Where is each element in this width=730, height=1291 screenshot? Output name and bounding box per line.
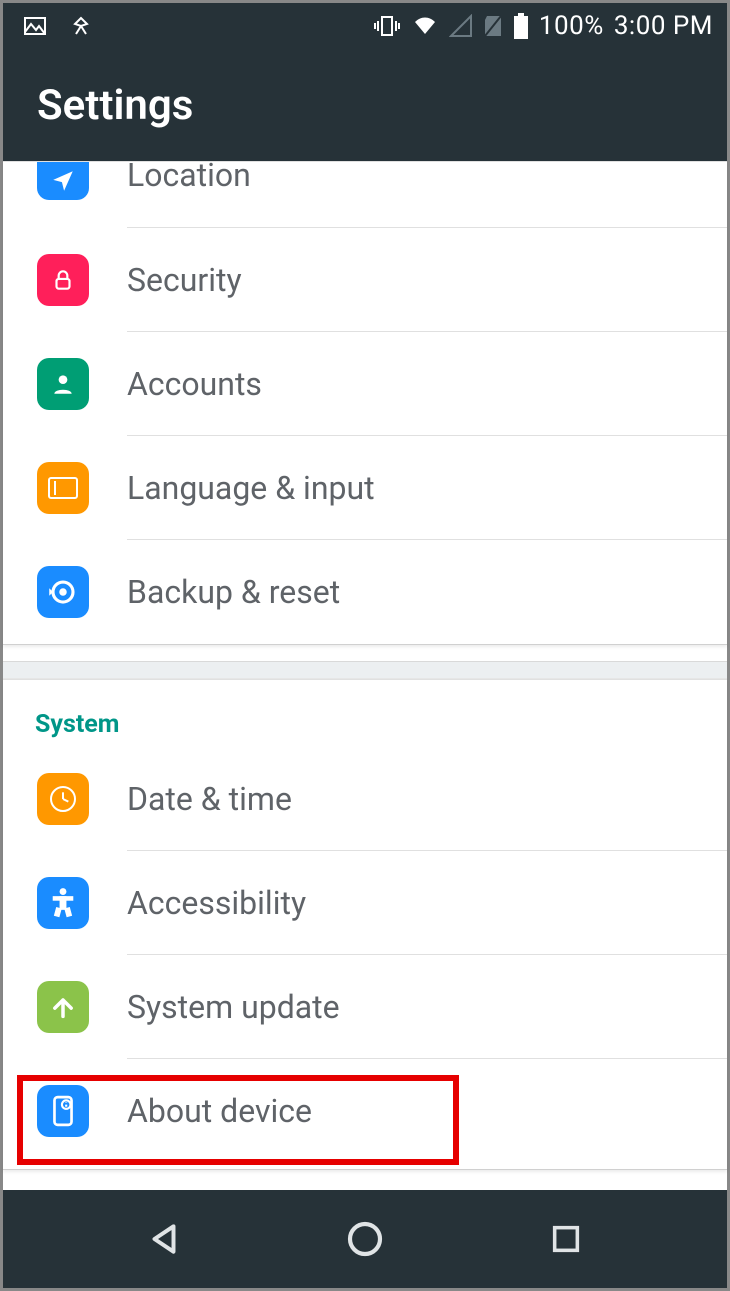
restore-icon [37, 566, 89, 618]
keyboard-icon [37, 462, 89, 514]
settings-item-system-update[interactable]: System update [3, 955, 727, 1059]
person-icon [37, 358, 89, 410]
settings-item-accessibility[interactable]: Accessibility [3, 851, 727, 955]
settings-group-system: System Date & time Accessibility System … [3, 679, 727, 1170]
back-button[interactable] [134, 1209, 194, 1269]
battery-percent: 100% [539, 11, 604, 41]
wifi-icon [411, 14, 439, 38]
butterfly-icon [69, 14, 93, 38]
settings-item-label: Location [127, 156, 727, 194]
settings-item-label: Accounts [127, 365, 727, 403]
settings-item-label: Language & input [127, 469, 727, 507]
settings-item-location[interactable]: Location [3, 162, 727, 228]
settings-item-label: Accessibility [127, 884, 727, 922]
clock-icon [37, 773, 89, 825]
section-divider [3, 661, 727, 679]
settings-item-about-device[interactable]: About device [3, 1059, 727, 1163]
accessibility-icon [37, 877, 89, 929]
settings-item-backup-reset[interactable]: Backup & reset [3, 540, 727, 644]
page-title: Settings [37, 81, 193, 130]
settings-group-personal: Location Security Accounts Language & in… [3, 161, 727, 645]
location-icon [37, 162, 89, 200]
status-bar: 100% 3:00 PM [3, 3, 727, 49]
vibrate-icon [373, 14, 401, 38]
device-info-icon [37, 1085, 89, 1137]
settings-item-label: Date & time [127, 780, 727, 818]
settings-item-date-time[interactable]: Date & time [3, 747, 727, 851]
settings-item-security[interactable]: Security [3, 228, 727, 332]
recent-apps-button[interactable] [536, 1209, 596, 1269]
app-bar: Settings [3, 49, 727, 161]
settings-item-label: Backup & reset [127, 573, 727, 611]
settings-item-language-input[interactable]: Language & input [3, 436, 727, 540]
battery-icon [513, 13, 529, 39]
section-header: System [3, 680, 727, 747]
clock-time: 3:00 PM [614, 11, 713, 41]
settings-item-accounts[interactable]: Accounts [3, 332, 727, 436]
settings-item-label: System update [127, 988, 727, 1026]
picture-icon [23, 14, 47, 38]
no-sim-icon [483, 14, 503, 38]
arrow-up-icon [37, 981, 89, 1033]
lock-icon [37, 254, 89, 306]
settings-item-label: About device [127, 1092, 727, 1130]
settings-item-label: Security [127, 261, 727, 299]
home-button[interactable] [335, 1209, 395, 1269]
signal-empty-icon [449, 14, 473, 38]
navigation-bar [3, 1190, 727, 1288]
